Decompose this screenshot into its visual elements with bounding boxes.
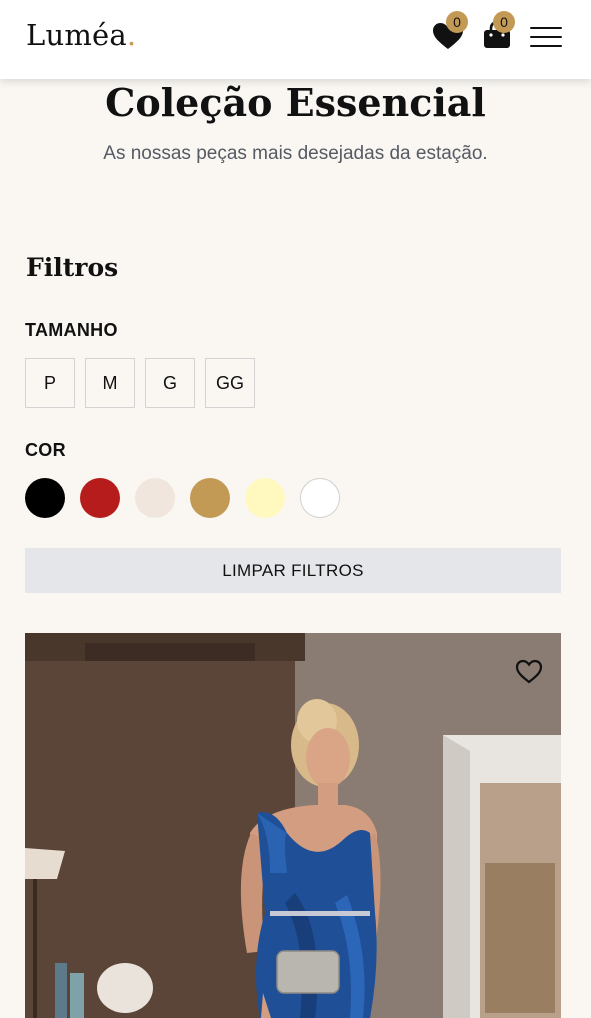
logo-dot: . [126, 18, 137, 52]
color-swatch-red[interactable] [80, 478, 120, 518]
color-swatch-yellow[interactable] [245, 478, 285, 518]
logo[interactable]: Luméa. [26, 18, 136, 52]
heart-outline-icon[interactable] [514, 657, 544, 685]
size-option-p[interactable]: P [25, 358, 75, 408]
size-option-g[interactable]: G [145, 358, 195, 408]
logo-text: Luméa [26, 18, 127, 52]
site-header: Luméa. 0 0 [0, 0, 591, 79]
size-option-m[interactable]: M [85, 358, 135, 408]
page-subtitle: As nossas peças mais desejadas da estaçã… [103, 143, 488, 164]
wishlist-count-badge: 0 [446, 11, 468, 33]
size-filter-label: TAMANHO [25, 320, 118, 340]
color-swatch-white[interactable] [300, 478, 340, 518]
size-option-gg[interactable]: GG [205, 358, 255, 408]
product-card[interactable] [25, 633, 561, 1018]
color-filter-label: COR [25, 440, 66, 460]
color-swatch-gold[interactable] [190, 478, 230, 518]
color-options [25, 478, 355, 518]
hamburger-menu-icon-line [530, 36, 562, 39]
cart-count-badge: 0 [493, 11, 515, 33]
product-image[interactable] [25, 633, 561, 1018]
color-swatch-cream[interactable] [135, 478, 175, 518]
hamburger-menu-icon-line [530, 45, 562, 48]
hamburger-menu-icon [530, 27, 562, 30]
page-title: Coleção Essencial [105, 80, 486, 125]
size-options: P M G GG [25, 358, 265, 408]
filters-heading: Filtros [26, 253, 119, 282]
color-swatch-black[interactable] [25, 478, 65, 518]
menu-button[interactable] [530, 27, 562, 48]
clear-filters-button[interactable]: LIMPAR FILTROS [25, 548, 561, 593]
